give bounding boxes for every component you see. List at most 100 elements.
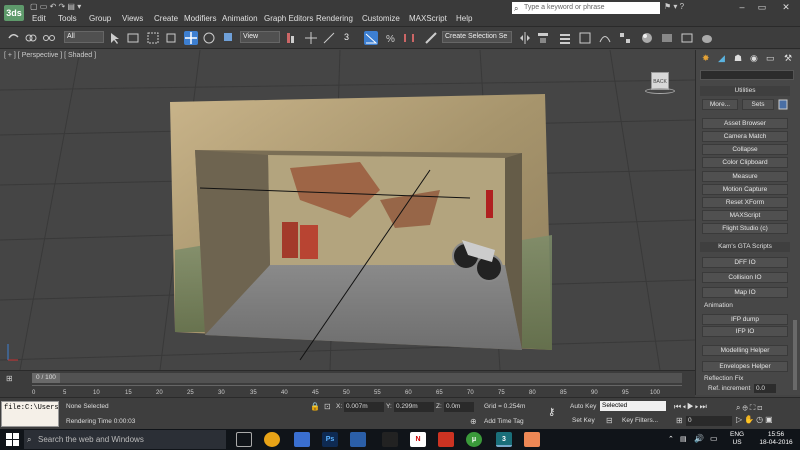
menu-help[interactable]: Help [456, 14, 472, 23]
rendered-frame-icon[interactable] [680, 31, 694, 45]
ref-increment-input[interactable]: 0.0 [754, 384, 776, 393]
selection-filter-dropdown[interactable]: All [64, 31, 104, 43]
more-button[interactable]: More... [702, 99, 738, 110]
object-name-field[interactable] [700, 70, 794, 80]
modify-tab-icon[interactable]: ◢ [718, 53, 725, 64]
render-setup-icon[interactable] [660, 31, 674, 45]
viewcube[interactable]: BACK [645, 68, 675, 96]
current-frame-field[interactable]: 0 [686, 416, 732, 426]
menu-rendering[interactable]: Rendering [316, 14, 353, 23]
percent-snap-icon[interactable]: % [384, 31, 398, 45]
edit-named-selection-icon[interactable] [424, 31, 438, 45]
move-icon[interactable] [184, 31, 198, 45]
hierarchy-tab-icon[interactable]: ☗ [734, 53, 742, 64]
menu-customize[interactable]: Customize [362, 14, 400, 23]
dff-io-button[interactable]: DFF IO [702, 257, 788, 268]
maxscript-button[interactable]: MAXScript [702, 210, 788, 221]
create-tab-icon[interactable]: ✸ [702, 53, 710, 64]
utilities-rollout[interactable]: Utilities [700, 86, 790, 96]
render-teapot-icon[interactable] [700, 31, 714, 45]
z-coordinate-field[interactable]: 0.0m [444, 402, 474, 412]
app-icon-blue[interactable] [350, 432, 366, 447]
material-editor-icon[interactable] [640, 31, 654, 45]
menu-create[interactable]: Create [154, 14, 178, 23]
menu-maxscript[interactable]: MAXScript [409, 14, 447, 23]
menu-modifiers[interactable]: Modifiers [184, 14, 216, 23]
chrome-icon[interactable] [264, 432, 280, 447]
flight-studio-button[interactable]: Flight Studio (c) [702, 223, 788, 234]
3dsmax-taskbar-icon[interactable]: 3 [496, 432, 512, 447]
schematic-view-icon[interactable] [618, 31, 632, 45]
undo-icon[interactable] [6, 31, 20, 45]
collapse-button[interactable]: Collapse [702, 144, 788, 155]
graphite-tools-icon[interactable] [578, 31, 592, 45]
tray-chevron-icon[interactable]: ⌃ [668, 435, 674, 443]
absolute-mode-icon[interactable]: ⊡ [324, 402, 331, 411]
named-selection-dropdown[interactable]: Create Selection Se [442, 31, 512, 43]
help-icons[interactable]: ⚑ ▾ ? [664, 2, 684, 11]
display-tab-icon[interactable]: ▭ [766, 53, 775, 64]
viewport-navigation-icons[interactable]: ⌕⊕⛶⊡ ▷✋◷▣ [736, 402, 798, 426]
timeline-toggle-icon[interactable]: ⊞ [6, 374, 13, 383]
language-indicator[interactable]: ENG US [730, 431, 744, 447]
maxscript-listener[interactable]: file:C:\Users [1, 401, 59, 427]
playback-controls[interactable]: ⏮◂▶▸⏭ [674, 402, 722, 412]
scale-icon[interactable] [222, 31, 236, 45]
menu-group[interactable]: Group [89, 14, 111, 23]
network-icon[interactable]: ▤ [680, 435, 687, 443]
app-icon-red-2[interactable] [438, 432, 454, 447]
mirror-icon[interactable] [518, 31, 532, 45]
keyboard-shortcut-icon[interactable] [322, 31, 336, 45]
configure-sets-icon[interactable] [778, 99, 788, 110]
ifp-dump-button[interactable]: IFP dump [702, 314, 788, 325]
set-key-icon[interactable]: ⚷ [548, 407, 555, 418]
photoshop-icon[interactable]: Ps [322, 432, 338, 447]
add-time-tag[interactable]: Add Time Tag [484, 418, 524, 425]
panel-scrollbar[interactable] [793, 320, 797, 390]
windows-start-icon[interactable] [6, 433, 20, 446]
asset-browser-button[interactable]: Asset Browser [702, 118, 788, 129]
select-by-name-icon[interactable] [126, 31, 140, 45]
volume-icon[interactable]: 🔊 [694, 434, 704, 443]
file-explorer-icon[interactable] [294, 432, 310, 447]
minimize-icon[interactable]: – [732, 1, 752, 13]
track-bar[interactable] [32, 385, 682, 386]
pivot-icon[interactable] [284, 31, 298, 45]
paint-icon[interactable] [524, 432, 540, 447]
search-input[interactable]: ⌕ Type a keyword or phrase [512, 2, 660, 14]
viewport-label[interactable]: [ + ] [ Perspective ] [ Shaded ] [4, 52, 96, 59]
key-filters-button[interactable]: Key Filters... [622, 417, 658, 424]
color-clipboard-button[interactable]: Color Clipboard [702, 157, 788, 168]
collision-io-button[interactable]: Collision IO [702, 272, 788, 283]
ifp-io-button[interactable]: IFP IO [702, 326, 788, 337]
notification-icon[interactable]: ▭ [710, 434, 718, 443]
task-view-icon[interactable] [236, 432, 252, 447]
time-tag-icon[interactable]: ⊕ [470, 417, 477, 426]
layer-manager-icon[interactable] [558, 31, 572, 45]
angle-snap-icon[interactable] [364, 31, 378, 45]
rect-selection-icon[interactable] [146, 31, 160, 45]
menu-graph-editors[interactable]: Graph Editors [264, 14, 313, 23]
auto-key-button[interactable]: Auto Key [570, 403, 596, 410]
reset-xform-button[interactable]: Reset XForm [702, 197, 788, 208]
select-manipulate-icon[interactable] [304, 31, 318, 45]
x-coordinate-field[interactable]: 0.007m [344, 402, 384, 412]
y-coordinate-field[interactable]: 0.299m [394, 402, 434, 412]
app-icon-orange[interactable] [382, 432, 398, 447]
quick-access-icons[interactable]: ▢ ▭ ↶ ↷ ▤ ▾ [30, 2, 81, 11]
motion-capture-button[interactable]: Motion Capture [702, 184, 788, 195]
menu-edit[interactable]: Edit [32, 14, 46, 23]
spinner-snap-icon[interactable] [402, 31, 416, 45]
utorrent-icon[interactable]: μ [466, 432, 482, 447]
key-mode-dropdown[interactable]: Selected [600, 401, 666, 411]
menu-animation[interactable]: Animation [222, 14, 258, 23]
close-icon[interactable]: ✕ [776, 1, 796, 13]
gta-scripts-rollout[interactable]: Kam's GTA Scripts [700, 242, 790, 252]
key-filter-icon[interactable]: ⊟ [606, 416, 613, 425]
motion-tab-icon[interactable]: ◉ [750, 53, 758, 64]
set-key-button[interactable]: Set Key [572, 417, 595, 424]
curve-editor-icon[interactable] [598, 31, 612, 45]
envelopes-helper-button[interactable]: Envelopes Helper [702, 361, 788, 372]
menu-tools[interactable]: Tools [58, 14, 77, 23]
modelling-helper-button[interactable]: Modelling Helper [702, 345, 788, 356]
